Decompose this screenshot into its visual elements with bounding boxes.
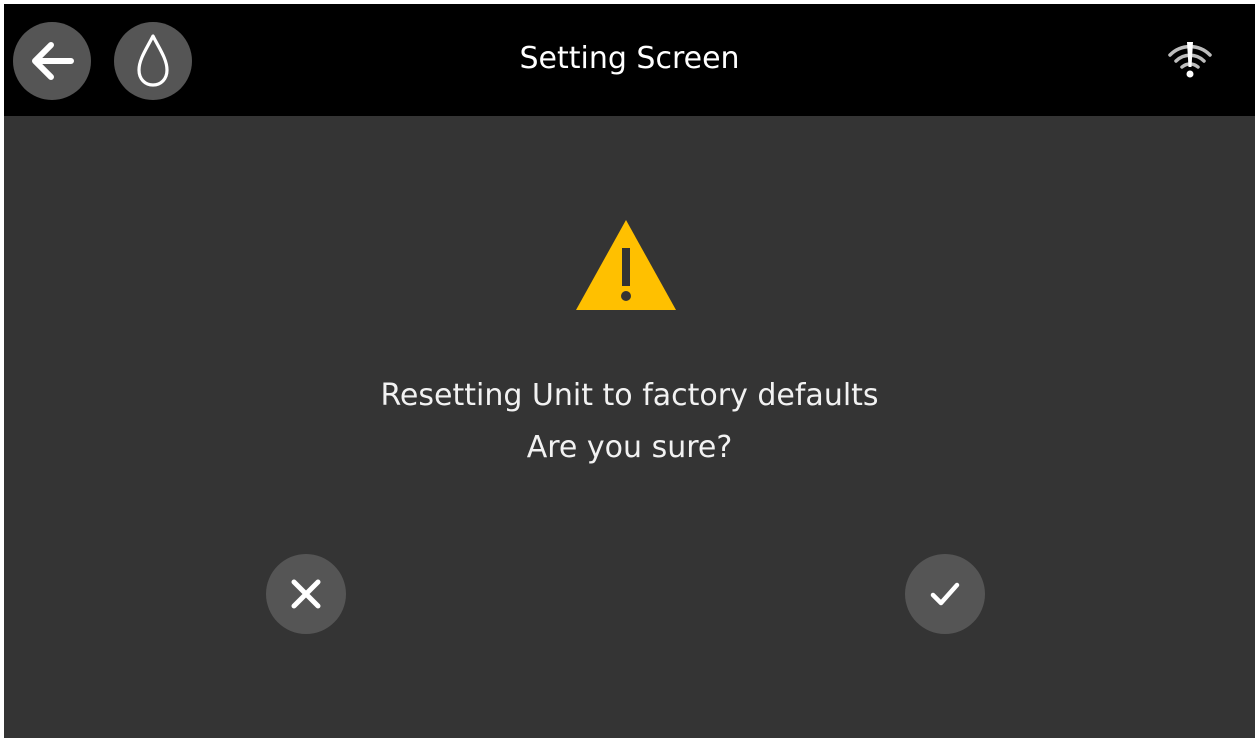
page-title: Setting Screen	[519, 41, 740, 76]
confirm-button[interactable]	[905, 554, 985, 634]
flame-button[interactable]	[114, 22, 192, 100]
confirmation-message: Resetting Unit to factory defaults Are y…	[204, 370, 1055, 474]
back-button[interactable]	[13, 22, 91, 100]
top-bar: Setting Screen	[4, 4, 1255, 116]
flame-icon	[137, 34, 169, 87]
screen: Setting Screen Resetting Unit to factory…	[4, 4, 1255, 738]
check-icon	[930, 582, 960, 606]
wifi-warning-icon	[1168, 42, 1212, 78]
cancel-button[interactable]	[266, 554, 346, 634]
message-line-1: Resetting Unit to factory defaults	[380, 378, 879, 413]
close-icon	[291, 579, 321, 609]
message-line-2: Are you sure?	[526, 430, 733, 465]
warning-triangle-icon	[576, 220, 676, 310]
arrow-left-icon	[32, 42, 74, 80]
